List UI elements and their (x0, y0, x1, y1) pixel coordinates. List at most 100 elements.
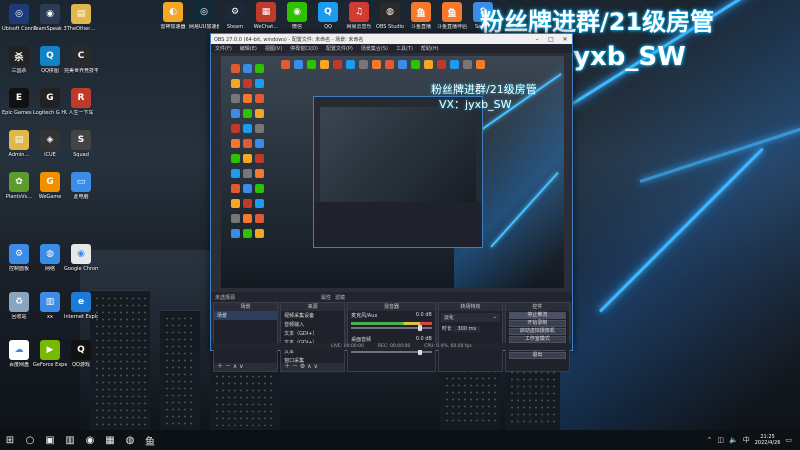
preview-icon (307, 60, 316, 69)
source-item[interactable]: 音频输入 (281, 320, 344, 329)
menu-scene-collection[interactable]: 场景集合(S) (361, 45, 388, 52)
search-icon[interactable]: ○ (20, 430, 40, 450)
douyu-icon[interactable]: 鱼 (140, 430, 160, 450)
taskbar-pinned: ⊞ ○ ▣ ▥ ◉ ▦ ◍ 鱼 (0, 430, 160, 450)
desktop-icon[interactable]: 鱼斗鱼直播伴侣 (437, 2, 467, 30)
minimize-icon[interactable]: – (530, 36, 544, 43)
sources-footer[interactable]: ＋ － ⚙ ∧ ∨ (281, 363, 345, 371)
desktop-icon[interactable]: ◐ 雷神加速器 (158, 2, 188, 30)
chevron-up-icon[interactable]: ⌃ (707, 436, 713, 444)
desktop-icon[interactable]: G WeGame (33, 172, 67, 200)
desktop-icon[interactable]: ▭ 此电脑 (64, 172, 98, 200)
desktop-icon[interactable]: ◈ iCUE (33, 130, 67, 158)
preview-icon (255, 109, 264, 118)
edge-icon[interactable]: ◉ (80, 430, 100, 450)
desktop-icon[interactable]: ✿ PlantsVs… (2, 172, 36, 200)
desktop-icon[interactable]: ♫ 网易云音乐 (344, 2, 374, 30)
transition-duration[interactable]: 时长 300 ms (439, 324, 502, 333)
desktop-icon[interactable]: S Squad (64, 130, 98, 158)
exit-button[interactable]: 退出 (508, 352, 566, 359)
desktop-icon[interactable]: ◍ 网络 (33, 244, 67, 272)
desktop-icon[interactable]: R 人生一下车 (64, 88, 98, 116)
desktop-icon[interactable]: ♻ 回收站 (2, 292, 36, 320)
desktop-icon[interactable]: e Internet Explorer (64, 292, 98, 320)
desktop-icon[interactable]: Q QQ拼图 (33, 46, 67, 74)
menu-edit[interactable]: 编辑(E) (240, 45, 257, 52)
obs-title: OBS 27.0.0 (64-bit, windows) - 配置文件: 未命名… (214, 36, 364, 43)
task-view-icon[interactable]: ▣ (40, 430, 60, 450)
preview-icon (346, 60, 355, 69)
properties-button[interactable]: 属性 (321, 294, 331, 301)
obs-icon: ◍ (380, 2, 400, 22)
desktop-icon[interactable]: ◉ 微信 (282, 2, 312, 30)
obs-preview[interactable]: 粉丝牌进群/21级房管 VX：jyxb_SW (221, 56, 564, 288)
douyu-companion-icon: 鱼 (442, 2, 462, 22)
desktop-icon[interactable]: G Logitech G HUB (33, 88, 67, 116)
desktop-icon[interactable]: 鱼斗鱼直播 (406, 2, 436, 30)
network-icon[interactable]: ◫ (717, 436, 724, 444)
preview-icon (255, 169, 264, 178)
obs-icon[interactable]: ◍ (120, 430, 140, 450)
desktop-icon[interactable]: ▤ Admin… (2, 130, 36, 158)
desktop-icon[interactable]: ▶ GeForce Experience (33, 340, 67, 368)
desktop-icon[interactable]: C 完美世界竞技平台 (64, 46, 98, 74)
computer-icon: ▭ (71, 172, 91, 192)
scene-item[interactable]: 场景 (214, 311, 278, 320)
desktop-icon[interactable]: ▦ WeChat… (251, 2, 281, 30)
desktop-icon-label: 雷神加速器 (160, 24, 186, 30)
desktop-icon[interactable]: ◎ Ubisoft Connect (2, 4, 36, 32)
menu-view[interactable]: 视图(V) (265, 45, 282, 52)
desktop-icon[interactable]: ◉ Google Chrome (64, 244, 98, 272)
obs-window[interactable]: OBS 27.0.0 (64-bit, windows) - 配置文件: 未命名… (210, 33, 573, 372)
volume-icon[interactable]: 🔈 (729, 436, 738, 444)
obs-title-bar[interactable]: OBS 27.0.0 (64-bit, windows) - 配置文件: 未命名… (211, 34, 572, 44)
ime-icon[interactable]: 中 (743, 435, 750, 445)
volume-slider[interactable] (351, 349, 432, 355)
studio-mode-button[interactable]: 工作室模式 (508, 336, 566, 343)
desktop-icon[interactable]: ☁ 百度网盘 (2, 340, 36, 368)
start-recording-button[interactable]: 开始录制 (508, 320, 566, 327)
desktop-icon-label: WeChat… (253, 24, 279, 30)
desktop-icon[interactable]: ⚙ Steam (220, 2, 250, 30)
audio-mixer-panel: 混音器 麦克风/Aux 0.0 dB 桌面音频 0.0 dB (347, 302, 436, 372)
preview-icon (231, 139, 240, 148)
source-item[interactable]: 文本（GDI+） (281, 329, 344, 338)
source-item[interactable]: 视频采集设备 (281, 311, 344, 320)
menu-tools[interactable]: 工具(T) (396, 45, 413, 52)
desktop-icon[interactable]: ⚙ 控制面板 (2, 244, 36, 272)
preview-icon (281, 60, 290, 69)
maximize-icon[interactable]: □ (544, 36, 558, 43)
preview-icon (450, 60, 459, 69)
epic-icon: E (9, 88, 29, 108)
menu-profile[interactable]: 配置文件(P) (326, 45, 353, 52)
app-icon[interactable]: ▦ (100, 430, 120, 450)
start-icon[interactable]: ⊞ (0, 430, 20, 450)
volume-slider[interactable] (351, 325, 432, 331)
file-explorer-icon[interactable]: ▥ (60, 430, 80, 450)
desktop-icon[interactable]: ◎ 网易UU加速器 (189, 2, 219, 30)
notification-icon[interactable]: ▭ (785, 436, 792, 444)
desktop-icon[interactable]: Q QQ (313, 2, 343, 30)
preview-icon (255, 214, 264, 223)
desktop-icon[interactable]: ▥ xx (33, 292, 67, 320)
close-icon[interactable]: ✕ (558, 36, 572, 43)
desktop-icon[interactable]: 杀三国杀 (2, 46, 36, 74)
menu-help[interactable]: 帮助(H) (421, 45, 439, 52)
preview-icon (231, 124, 240, 133)
scenes-footer[interactable]: ＋ － ∧ ∨ (214, 363, 278, 371)
transition-select[interactable]: 淡化 ⌄ (440, 313, 500, 322)
desktop-icon[interactable]: E Epic Games Launcher (2, 88, 36, 116)
virtual-camera-button[interactable]: 启动虚拟摄像机 (508, 328, 566, 335)
filters-button[interactable]: 滤镜 (335, 294, 345, 301)
clock[interactable]: 21:25 2022/4/26 (755, 434, 781, 446)
menu-file[interactable]: 文件(F) (215, 45, 232, 52)
sources-header: 来源 (281, 303, 345, 311)
desktop-icon-label: Ubisoft Connect (2, 26, 36, 32)
system-tray: ⌃ ◫ 🔈 中 21:25 2022/4/26 ▭ (707, 434, 800, 446)
stop-streaming-button[interactable]: 停止推流 (508, 312, 566, 319)
menu-docks[interactable]: 停靠窗口(D) (290, 45, 318, 52)
desktop-icon[interactable]: ▤ TheOther… (64, 4, 98, 32)
desktop-icon[interactable]: ◍ OBS Studio (375, 2, 405, 30)
desktop-icon[interactable]: ◉ TeamSpeak 3 (33, 4, 67, 32)
desktop-icon[interactable]: Q QQ游戏 (64, 340, 98, 368)
